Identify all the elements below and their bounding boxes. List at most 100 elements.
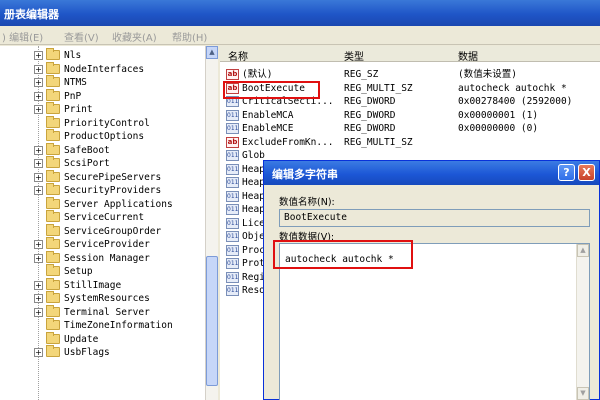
tree-item-label: Print [64, 104, 93, 115]
value-name: EnableMCA [242, 109, 294, 121]
tree-item-label: Server Applications [64, 198, 173, 210]
tree-item[interactable]: + Nls [0, 48, 205, 62]
header-data[interactable]: 数据 [458, 48, 478, 63]
binary-value-icon: 011 [226, 150, 239, 161]
folder-icon [46, 331, 60, 344]
folder-icon [46, 250, 60, 263]
header-type[interactable]: 类型 [344, 48, 364, 63]
menu-edit[interactable]: ) 编辑(E) [2, 29, 43, 44]
expand-icon[interactable]: + [34, 51, 43, 60]
tree-item[interactable]: + Terminal Server [0, 304, 205, 319]
tree-scrollbar[interactable]: ▲ [205, 46, 218, 400]
value-type: REG_DWORD [344, 96, 396, 107]
tree-item[interactable]: Server Applications [0, 196, 205, 211]
tree-item[interactable]: + StillImage [0, 277, 205, 292]
folder-icon [46, 318, 60, 330]
expand-icon[interactable]: + [34, 240, 43, 249]
tree-item[interactable]: ProductOptions [0, 129, 205, 143]
registry-tree[interactable]: + Nls + NodeInterfaces + NTMS + PnP + Print Priori… [0, 46, 218, 400]
tree-item-label: Terminal Server [64, 306, 150, 318]
tree-item-label: SystemResources [64, 293, 150, 304]
tree-item[interactable]: + SecurityProviders [0, 183, 205, 197]
binary-value-icon: 011 [226, 258, 239, 269]
tree-item[interactable]: Update [0, 331, 205, 346]
tree-item[interactable]: TimeZoneInformation [0, 318, 205, 332]
tree-item[interactable]: + Session Manager [0, 250, 205, 265]
expand-icon[interactable]: + [34, 78, 43, 87]
value-type: REG_DWORD [344, 109, 396, 121]
value-data: 0x00278400 (2592000) [458, 96, 573, 107]
tree-item-label: Session Manager [64, 252, 150, 264]
expand-icon[interactable]: + [34, 348, 43, 357]
header-name[interactable]: 名称 [228, 48, 248, 63]
tree-item-label: ServiceProvider [64, 239, 150, 250]
value-row[interactable]: ab ExcludeFromKn... REG_MULTI_SZ [220, 136, 600, 149]
binary-value-icon: 011 [226, 177, 239, 188]
scroll-down-icon[interactable]: ▼ [577, 387, 589, 400]
scroll-up-icon[interactable]: ▲ [206, 46, 218, 59]
binary-value-icon: 011 [226, 244, 239, 256]
folder-icon [46, 75, 60, 87]
folder-icon [46, 88, 60, 101]
string-value-icon: ab [226, 136, 239, 148]
textarea-scrollbar[interactable]: ▲ ▼ [576, 244, 589, 400]
help-icon[interactable]: ? [558, 164, 575, 181]
expand-icon[interactable]: + [34, 253, 43, 263]
tree-item[interactable]: + UsbFlags [0, 345, 205, 359]
folder-icon [46, 169, 60, 182]
tree-item[interactable]: + Print [0, 102, 205, 116]
expand-icon[interactable]: + [34, 280, 43, 290]
expand-icon[interactable]: + [34, 186, 43, 195]
tree-item-label: StillImage [64, 279, 122, 291]
value-row[interactable]: 011 EnableMCA REG_DWORD 0x00000001 (1) [220, 109, 600, 122]
value-data: autocheck autochk * [458, 82, 567, 94]
folder-icon [46, 304, 60, 317]
tree-item[interactable]: + NodeInterfaces [0, 61, 205, 76]
folder-icon [46, 345, 60, 357]
title-bar: 册表编辑器 [0, 0, 600, 26]
tree-item-label: NodeInterfaces [64, 63, 145, 75]
tree-item[interactable]: + SystemResources [0, 291, 205, 305]
tree-item[interactable]: PriorityControl [0, 115, 205, 130]
tree-item[interactable]: ServiceCurrent [0, 210, 205, 224]
tree-item[interactable]: + NTMS [0, 75, 205, 89]
tree-item-label: ServiceCurrent [64, 212, 145, 223]
expand-icon[interactable]: + [34, 105, 43, 114]
value-row[interactable]: ab (默认) REG_SZ (数值未设置) [220, 68, 600, 81]
tree-item[interactable]: + SafeBoot [0, 142, 205, 157]
folder-icon [46, 291, 60, 303]
folder-icon [46, 115, 60, 128]
scroll-thumb[interactable] [206, 256, 218, 386]
menu-help[interactable]: 帮助(H) [172, 29, 207, 44]
highlight-annotation [223, 81, 320, 99]
expand-icon[interactable]: + [34, 145, 43, 155]
binary-value-icon: 011 [226, 271, 239, 283]
expand-icon[interactable]: + [34, 294, 43, 303]
expand-icon[interactable]: + [34, 159, 43, 168]
value-row[interactable]: 011 EnableMCE REG_DWORD 0x00000000 (0) [220, 122, 600, 135]
expand-icon[interactable]: + [34, 91, 43, 101]
expand-icon[interactable]: + [34, 64, 43, 74]
close-icon[interactable]: X [578, 164, 595, 181]
expand-icon[interactable]: + [34, 307, 43, 317]
binary-value-icon: 011 [226, 231, 239, 242]
scroll-up-icon[interactable]: ▲ [577, 244, 589, 257]
value-type: REG_SZ [344, 69, 379, 80]
folder-icon [46, 183, 60, 195]
folder-icon [46, 223, 60, 236]
tree-item-label: PriorityControl [64, 117, 150, 129]
tree-item[interactable]: + SecurePipeServers [0, 169, 205, 184]
tree-item[interactable]: + ServiceProvider [0, 237, 205, 251]
tree-item[interactable]: + ScsiPort [0, 156, 205, 170]
tree-item[interactable]: + PnP [0, 88, 205, 103]
menu-view[interactable]: 查看(V) [64, 29, 99, 44]
binary-value-icon: 011 [226, 204, 239, 215]
expand-icon[interactable]: + [34, 172, 43, 182]
tree-item-label: UsbFlags [64, 347, 110, 358]
value-name: EnableMCE [242, 123, 294, 134]
tree-item[interactable]: Setup [0, 264, 205, 278]
value-type: REG_MULTI_SZ [344, 136, 413, 148]
tree-item[interactable]: ServiceGroupOrder [0, 223, 205, 238]
menu-favorites[interactable]: 收藏夹(A) [112, 29, 157, 44]
tree-item-label: Nls [64, 50, 82, 61]
